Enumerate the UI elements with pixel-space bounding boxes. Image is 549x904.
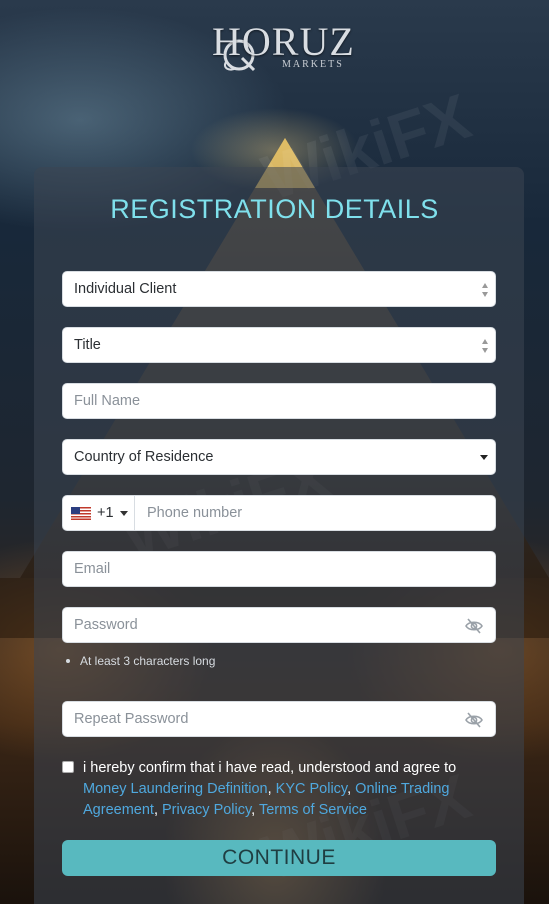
account-type-value: Individual Client	[74, 281, 177, 297]
phone-placeholder: Phone number	[147, 505, 243, 521]
updown-arrows-icon	[482, 283, 488, 297]
page-title: REGISTRATION DETAILS	[110, 194, 439, 224]
email-placeholder: Email	[74, 561, 111, 577]
password-hint-text: At least 3 characters long	[80, 654, 216, 668]
agreement-statement: i hereby confirm that i have read, under…	[83, 760, 457, 776]
agree-checkbox[interactable]	[62, 761, 74, 773]
country-code-value: +1	[97, 505, 114, 521]
password-input[interactable]: Password	[62, 607, 496, 643]
full-name-input[interactable]: Full Name	[62, 383, 496, 419]
chevron-down-icon	[480, 455, 488, 460]
logo-wordmark: HORUZ	[212, 19, 355, 64]
country-code-dropdown[interactable]: +1	[63, 496, 135, 530]
repeat-password-placeholder: Repeat Password	[74, 711, 189, 727]
eye-off-icon[interactable]	[465, 617, 483, 635]
continue-button[interactable]: CONTINUE	[62, 840, 496, 876]
logo-subtitle: MARKETS	[282, 59, 344, 70]
account-type-select[interactable]: Individual Client	[62, 271, 496, 307]
link-terms-of-service[interactable]: Terms of Service	[259, 802, 367, 818]
email-input[interactable]: Email	[62, 551, 496, 587]
us-flag-icon	[71, 506, 91, 520]
country-select[interactable]: Country of Residence	[62, 439, 496, 475]
password-hint: At least 3 characters long	[66, 654, 215, 668]
agreement-text: i hereby confirm that i have read, under…	[83, 760, 457, 818]
title-select-value: Title	[74, 337, 101, 353]
title-select[interactable]: Title	[62, 327, 496, 363]
phone-field[interactable]: +1 Phone number	[62, 495, 496, 531]
updown-arrows-icon	[482, 339, 488, 353]
horuz-logo: HORUZ MARKETS	[200, 16, 354, 78]
link-kyc-policy[interactable]: KYC Policy	[276, 781, 347, 797]
link-money-laundering[interactable]: Money Laundering Definition	[83, 781, 268, 797]
bullet-icon	[66, 659, 70, 663]
password-placeholder: Password	[74, 617, 138, 633]
link-privacy-policy[interactable]: Privacy Policy	[162, 802, 251, 818]
repeat-password-input[interactable]: Repeat Password	[62, 701, 496, 737]
chevron-down-icon	[119, 510, 128, 516]
country-select-value: Country of Residence	[74, 449, 214, 465]
full-name-placeholder: Full Name	[74, 393, 141, 409]
eye-off-icon[interactable]	[465, 711, 483, 729]
